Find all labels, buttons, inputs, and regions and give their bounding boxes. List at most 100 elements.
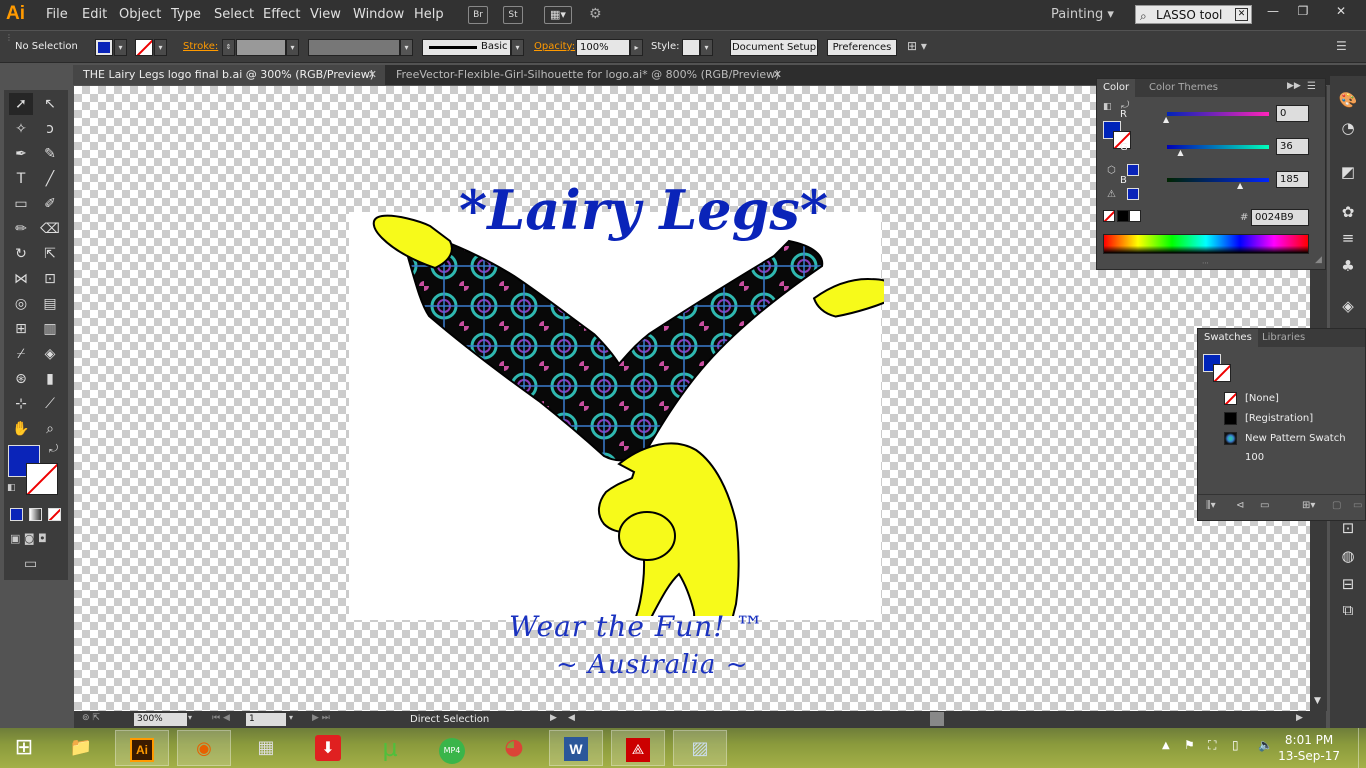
stroke-swatch[interactable] [135,39,153,56]
zoom-field[interactable]: 300% [134,713,187,726]
close-tab-icon[interactable]: ✕ [368,65,377,85]
start-button-icon[interactable]: ⊞ [0,730,48,766]
color-panel-icon[interactable]: 🎨 [1338,90,1358,110]
close-tab-icon[interactable]: ✕ [773,65,782,85]
firefox-icon[interactable]: ◉ [177,730,231,766]
new-swatch-icon[interactable]: ▢ [1332,500,1341,511]
panel-menu-icon[interactable]: ☰ [1336,39,1347,53]
illustrator-task-icon[interactable]: Ai [115,730,169,766]
column-graph-icon[interactable]: ▮ [38,368,62,390]
stroke-panel-icon[interactable]: ≡ [1338,228,1358,248]
file-explorer-icon[interactable]: 📁 [54,730,108,766]
menu-select[interactable]: Select [214,7,254,22]
fill-swatch[interactable] [95,39,113,56]
profile-dropdown[interactable]: ▾ [400,39,413,56]
clock[interactable]: 8:01 PM 13-Sep-17 [1278,732,1340,764]
color-spectrum[interactable] [1103,234,1309,254]
artboard-prev-icons[interactable]: ⏮ ◀ [212,713,230,723]
direct-selection-tool-icon[interactable]: ↖ [38,93,62,115]
search-input[interactable]: ⌕ LASSO tool ✕ [1135,5,1252,24]
clear-search-icon[interactable]: ✕ [1235,8,1248,21]
document-setup-button[interactable]: Document Setup [730,39,818,56]
eyedropper-icon[interactable]: ⌿ [9,343,33,365]
black-color-icon[interactable] [1117,210,1129,222]
none-color-icon[interactable] [1103,210,1115,222]
artboard-next-icons[interactable]: ▶ ⏭ [312,713,330,723]
panel-corner-grip[interactable]: ◢ [1315,255,1322,265]
utorrent-icon[interactable]: µ [363,730,417,766]
zoom-dropdown-icon[interactable]: ▾ [188,713,192,722]
none-mode-icon[interactable] [48,508,61,521]
default-fill-stroke-icon[interactable]: ◧ [1103,102,1112,112]
menu-help[interactable]: Help [414,7,444,22]
downloader-icon[interactable]: ⬇ [301,730,355,766]
swatch-pattern[interactable]: New Pattern Swatch 100 [1204,429,1364,463]
status-menu-icon[interactable]: ▶ [550,713,557,723]
gradient-mode-icon[interactable] [29,508,42,521]
restore-button[interactable]: ❐ [1288,4,1318,18]
menu-effect[interactable]: Effect [263,7,300,22]
stroke-weight-stepper[interactable]: ⇕ [222,39,235,56]
menu-edit[interactable]: Edit [82,7,107,22]
swap-colors-icon[interactable]: ⤾ [49,442,58,456]
color-guide-icon[interactable]: ◔ [1338,118,1358,138]
brushes-icon[interactable]: ✿ [1338,202,1358,222]
symbol-sprayer-icon[interactable]: ⊛ [9,368,33,390]
tab-lairy-legs[interactable]: THE Lairy Legs logo final b.ai @ 300% (R… [73,65,385,85]
hex-field[interactable]: 0024B9 [1251,209,1309,226]
panel-collapse-icon[interactable]: ▶▶ [1287,81,1301,91]
rotate-tool-icon[interactable]: ↻ [9,243,33,265]
close-button[interactable]: ✕ [1326,4,1356,18]
opacity-label[interactable]: Opacity: [534,41,575,52]
g-field[interactable]: 36 [1276,138,1309,155]
gpu-performance-icon[interactable]: ⚙ [589,6,602,22]
zoom-tool-icon[interactable]: ⌕ [38,418,62,440]
scroll-right-icon[interactable]: ▶ [1296,713,1303,723]
swatch-libraries-icon[interactable]: ⫼▾ [1206,500,1216,511]
stroke-dropdown[interactable]: ▾ [154,39,167,56]
swatches-icon[interactable]: ◩ [1338,162,1358,182]
menu-object[interactable]: Object [119,7,161,22]
bridge-button[interactable]: Br [468,6,488,24]
swatch-folder-icon[interactable]: ▭ [1260,500,1269,511]
tray-volume-icon[interactable]: 🔈 [1258,738,1273,752]
g-slider-thumb[interactable]: ▲ [1177,148,1183,157]
hand-tool-icon[interactable]: ✋ [9,418,33,440]
symbols-icon[interactable]: ♣ [1338,256,1358,276]
arrange-documents-icon[interactable]: ▦▾ [544,6,572,24]
opacity-dropdown[interactable]: ▸ [630,39,643,56]
scroll-left-icon[interactable]: ◀ [568,713,575,723]
lasso-tool-icon[interactable]: ↄ [38,118,62,140]
system-monitor-icon[interactable]: ▦ [239,730,293,766]
selection-tool-icon[interactable]: ➚ [9,93,33,115]
in-gamut-swatch[interactable] [1127,188,1139,200]
artboard-dropdown-icon[interactable]: ▾ [289,713,293,722]
tray-flag-icon[interactable]: ⚑ [1184,738,1195,752]
style-dropdown[interactable]: ▾ [700,39,713,56]
appearance-icon[interactable]: ◍ [1338,546,1358,566]
free-transform-icon[interactable]: ⊡ [38,268,62,290]
r-slider-thumb[interactable]: ▲ [1163,115,1169,124]
mesh-tool-icon[interactable]: ⊞ [9,318,33,340]
menu-file[interactable]: File [46,7,68,22]
pathfinder-icon[interactable]: ⧉ [1338,600,1358,620]
tab-swatches[interactable]: Swatches [1198,329,1258,347]
tray-network-icon[interactable]: ⛶ [1208,738,1216,753]
menu-type[interactable]: Type [171,7,201,22]
swatch-registration[interactable]: [Registration] [1204,409,1364,428]
pen-tool-icon[interactable]: ✒ [9,143,33,165]
swatch-options-icon[interactable]: ⊞▾ [1302,500,1315,511]
tab-color-themes[interactable]: Color Themes [1143,79,1224,97]
blend-tool-icon[interactable]: ◈ [38,343,62,365]
paintbrush-tool-icon[interactable]: ✐ [38,193,62,215]
draw-modes-icon[interactable]: ▣ ◙ ◘ [10,532,47,545]
brush-dropdown[interactable]: ▾ [511,39,524,56]
default-colors-icon[interactable]: ◧ [7,483,16,493]
shape-builder-icon[interactable]: ◎ [9,293,33,315]
web-safe-swatch[interactable] [1127,164,1139,176]
place-swatch-icon[interactable]: ⊲ [1236,500,1244,511]
eraser-tool-icon[interactable]: ⌫ [38,218,62,240]
stroke-weight-field[interactable] [236,39,286,56]
fill-dropdown[interactable]: ▾ [114,39,127,56]
app-window-icon[interactable]: ▨ [673,730,727,766]
